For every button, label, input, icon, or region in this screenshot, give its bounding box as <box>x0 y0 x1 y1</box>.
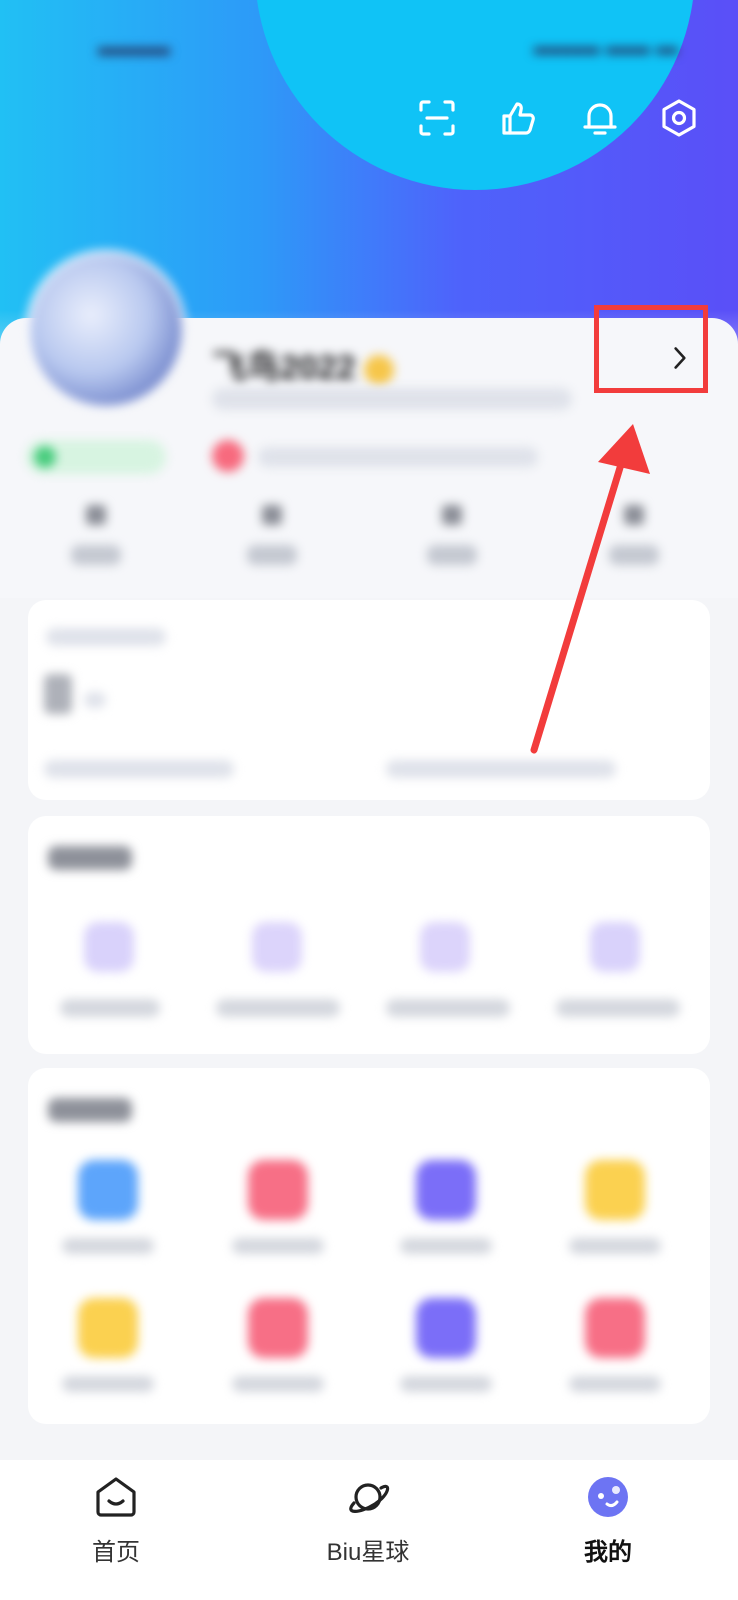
stat-item[interactable] <box>412 505 492 565</box>
account-icon[interactable] <box>585 1298 645 1358</box>
bottom-nav: 首页 Biu星球 我的 <box>0 1460 738 1600</box>
tool-icon[interactable] <box>420 922 470 972</box>
thumbs-up-icon[interactable] <box>496 95 542 141</box>
settings-icon[interactable] <box>656 95 702 141</box>
home-icon <box>96 1477 136 1517</box>
stat-item[interactable] <box>594 505 674 565</box>
bell-icon[interactable] <box>577 95 623 141</box>
tool-icon[interactable] <box>252 922 302 972</box>
status-bar: ▬▬▬ ▬▬▬ ▬▬ ▬ <box>0 30 738 66</box>
nav-item-home[interactable]: 首页 <box>16 1460 216 1600</box>
account-card <box>28 1068 710 1424</box>
profile-bio <box>212 388 572 410</box>
stat-item[interactable] <box>232 505 312 565</box>
status-indicators: ▬▬▬ ▬▬ ▬ <box>533 34 678 59</box>
status-badge[interactable] <box>26 440 166 474</box>
username[interactable]: 飞鸟2022 <box>212 340 394 389</box>
notice-icon <box>212 440 244 472</box>
account-icon[interactable] <box>78 1160 138 1220</box>
account-icon[interactable] <box>78 1298 138 1358</box>
notice-text[interactable] <box>258 447 538 467</box>
header-blob <box>255 0 695 190</box>
planet-icon <box>349 1483 390 1513</box>
today-card[interactable] <box>28 600 710 800</box>
ai-tools-card <box>28 816 710 1054</box>
account-icon[interactable] <box>248 1298 308 1358</box>
nav-item-mine[interactable]: 我的 <box>508 1460 708 1600</box>
tool-icon[interactable] <box>84 922 134 972</box>
scan-icon[interactable] <box>414 95 460 141</box>
nav-item-planet[interactable]: Biu星球 <box>268 1460 468 1600</box>
stat-item[interactable] <box>56 505 136 565</box>
avatar[interactable] <box>26 250 186 410</box>
status-time: ▬▬▬ <box>98 34 170 61</box>
account-icon[interactable] <box>248 1160 308 1220</box>
emoji-icon <box>363 355 394 386</box>
annotation-highlight-box <box>594 305 708 393</box>
tool-icon[interactable] <box>590 922 640 972</box>
account-icon[interactable] <box>416 1160 476 1220</box>
account-icon[interactable] <box>416 1298 476 1358</box>
mine-icon <box>588 1477 628 1517</box>
account-icon[interactable] <box>585 1160 645 1220</box>
